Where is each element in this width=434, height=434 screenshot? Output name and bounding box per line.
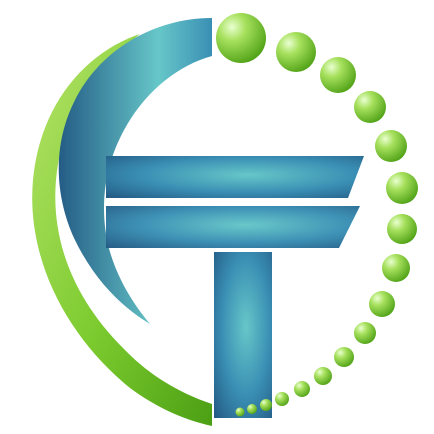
green-dot [369, 291, 395, 317]
t-middle-bar-shape [106, 206, 360, 248]
green-dot [247, 404, 257, 414]
logo-container [0, 0, 434, 434]
green-dot [275, 392, 289, 406]
c-opening-cutout-shape [106, 198, 188, 206]
green-dot [320, 57, 356, 93]
green-dot [260, 399, 272, 411]
green-dot [375, 130, 407, 162]
green-dot [276, 32, 316, 72]
green-dot [387, 214, 417, 244]
t-stem-shape [214, 252, 272, 418]
t-top-bar-shape [106, 156, 364, 198]
green-dot [382, 254, 410, 282]
green-dot [386, 172, 418, 204]
green-dot [216, 13, 266, 63]
ct-logo-icon [32, 13, 418, 426]
green-dot [314, 367, 332, 385]
green-dot [354, 322, 376, 344]
green-dot [235, 407, 245, 417]
green-dot [294, 381, 310, 397]
green-dot [354, 91, 386, 123]
green-dot [334, 347, 354, 367]
